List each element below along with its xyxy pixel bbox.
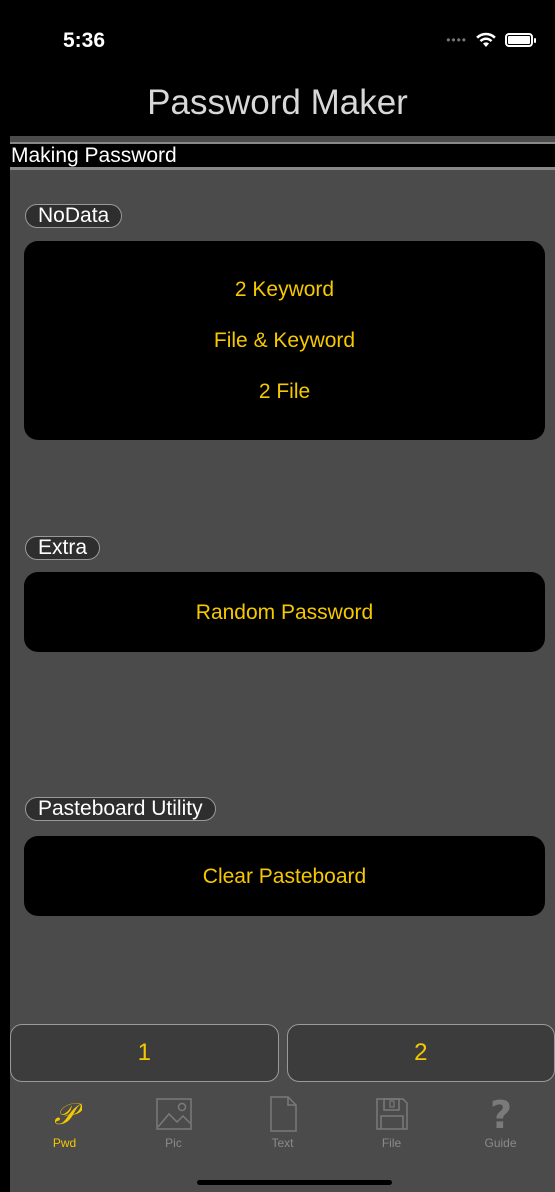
tab-label-file: File [381,1136,402,1150]
question-mark-icon: ? [481,1094,521,1134]
group-label-extra: Extra [25,536,101,560]
tab-label-pic: Pic [165,1136,182,1150]
two-keyword-button[interactable]: 2 Keyword [235,264,334,315]
tab-label-text: Text [271,1136,294,1150]
home-indicator[interactable] [197,1180,392,1185]
floppy-disk-icon [372,1094,412,1134]
tab-label-guide: Guide [484,1136,517,1150]
tab-text[interactable]: Text [228,1088,337,1192]
status-time: 5:36 [63,29,106,52]
segment-1-button[interactable]: 1 [10,1024,279,1082]
two-file-button[interactable]: 2 File [259,366,310,417]
page-title: Password Maker [147,83,408,122]
clear-pasteboard-button[interactable]: Clear Pasteboard [203,851,366,902]
extra-panel: Random Password [24,572,545,652]
tab-file[interactable]: File [337,1088,446,1192]
random-password-button[interactable]: Random Password [196,587,373,638]
app-screen: 5:36 •••• Password Maker Making Password… [0,0,555,1192]
tab-guide[interactable]: ? Guide [446,1088,555,1192]
status-indicators: •••• [446,32,536,48]
status-bar: 5:36 •••• [0,0,555,80]
svg-text:?: ? [489,1095,511,1133]
page-segment-control: 1 2 [10,1024,555,1084]
svg-text:𝒫: 𝒫 [54,1097,82,1131]
tab-pic[interactable]: Pic [119,1088,228,1192]
wifi-icon [476,32,496,47]
main-content: Making Password NoData 2 Keyword File & … [10,136,555,1192]
segment-2-button[interactable]: 2 [286,1024,555,1082]
tab-label-pwd: Pwd [52,1136,77,1150]
group-label-nodata: NoData [25,204,123,228]
picture-icon [154,1094,194,1134]
file-and-keyword-button[interactable]: File & Keyword [214,315,355,366]
tab-bar: 𝒫 Pwd Pic Text File ? Guide [10,1088,555,1192]
script-p-icon: 𝒫 [45,1094,85,1134]
group-label-pasteboard-utility: Pasteboard Utility [25,797,216,821]
battery-icon [505,33,536,47]
signal-icon: •••• [446,33,467,47]
document-icon [263,1094,303,1134]
pasteboard-panel: Clear Pasteboard [24,836,545,916]
section-title: Making Password [10,142,555,170]
nodata-panel: 2 Keyword File & Keyword 2 File [24,241,545,440]
tab-pwd[interactable]: 𝒫 Pwd [10,1088,119,1192]
